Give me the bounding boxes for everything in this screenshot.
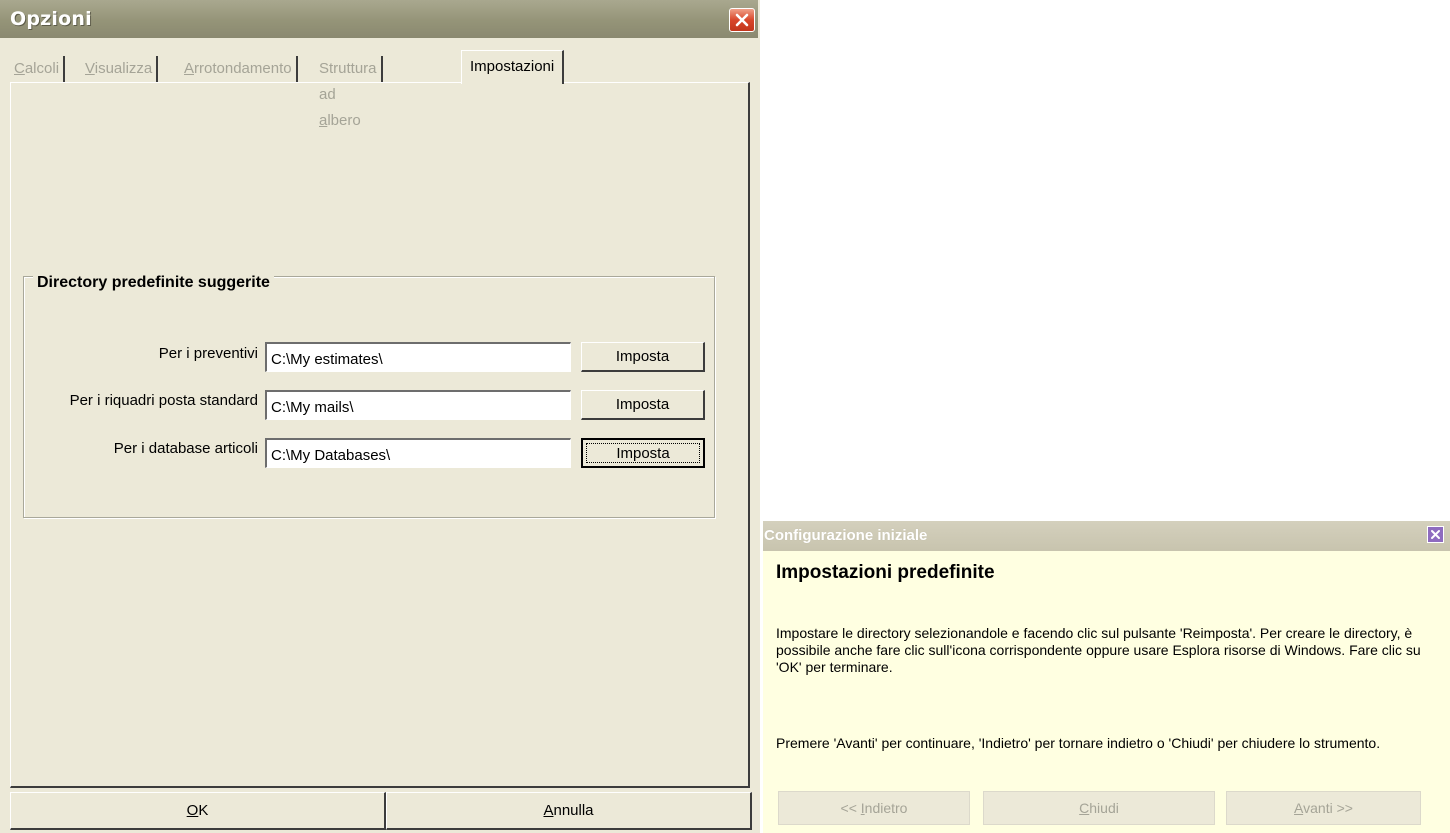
options-title: Opzioni bbox=[10, 8, 92, 30]
back-button[interactable]: << Indietro bbox=[778, 791, 970, 825]
config-title: Configurazione iniziale bbox=[764, 527, 928, 544]
ok-button[interactable]: OK bbox=[10, 792, 386, 830]
databases-label: Per i database articoli bbox=[113, 440, 258, 457]
options-dialog: Opzioni Calcoli Visualizza Arrotondament… bbox=[0, 0, 760, 833]
set-estimates-button[interactable]: Imposta bbox=[581, 342, 705, 372]
close-icon bbox=[735, 13, 749, 27]
tab-visualizza[interactable]: Visualizza bbox=[81, 56, 159, 82]
tab-impostazioni[interactable]: Impostazioni bbox=[461, 50, 565, 84]
config-heading: Impostazioni predefinite bbox=[776, 562, 995, 583]
estimates-directory-input[interactable] bbox=[265, 342, 571, 372]
estimates-label: Per i preventivi bbox=[158, 345, 258, 362]
tab-struttura-ad-albero[interactable]: Struttura ad albero bbox=[315, 56, 383, 129]
options-close-button[interactable] bbox=[729, 8, 755, 32]
config-hint: Premere 'Avanti' per continuare, 'Indiet… bbox=[776, 735, 1381, 751]
cancel-button[interactable]: Annulla bbox=[386, 792, 752, 830]
set-databases-button[interactable]: Imposta bbox=[581, 438, 705, 468]
initial-configuration-panel: Configurazione iniziale Impostazioni pre… bbox=[763, 521, 1450, 833]
close-button[interactable]: Chiudi bbox=[983, 791, 1215, 825]
config-description: Impostare le directory selezionandole e … bbox=[776, 625, 1421, 675]
config-title-bar[interactable]: Configurazione iniziale bbox=[763, 521, 1450, 551]
config-close-button[interactable] bbox=[1427, 526, 1444, 543]
databases-directory-input[interactable] bbox=[265, 438, 571, 468]
set-mails-button[interactable]: Imposta bbox=[581, 390, 705, 420]
mails-directory-input[interactable] bbox=[265, 390, 571, 420]
options-title-bar[interactable]: Opzioni bbox=[0, 0, 758, 38]
tab-arrotondamento[interactable]: Arrotondamento bbox=[180, 56, 298, 82]
next-button[interactable]: Avanti >> bbox=[1226, 791, 1421, 825]
default-directories-legend: Directory predefinite suggerite bbox=[33, 274, 274, 292]
tab-calcoli[interactable]: Calcoli bbox=[10, 56, 66, 82]
mails-label: Per i riquadri posta standard bbox=[69, 392, 258, 409]
close-icon bbox=[1431, 530, 1440, 539]
